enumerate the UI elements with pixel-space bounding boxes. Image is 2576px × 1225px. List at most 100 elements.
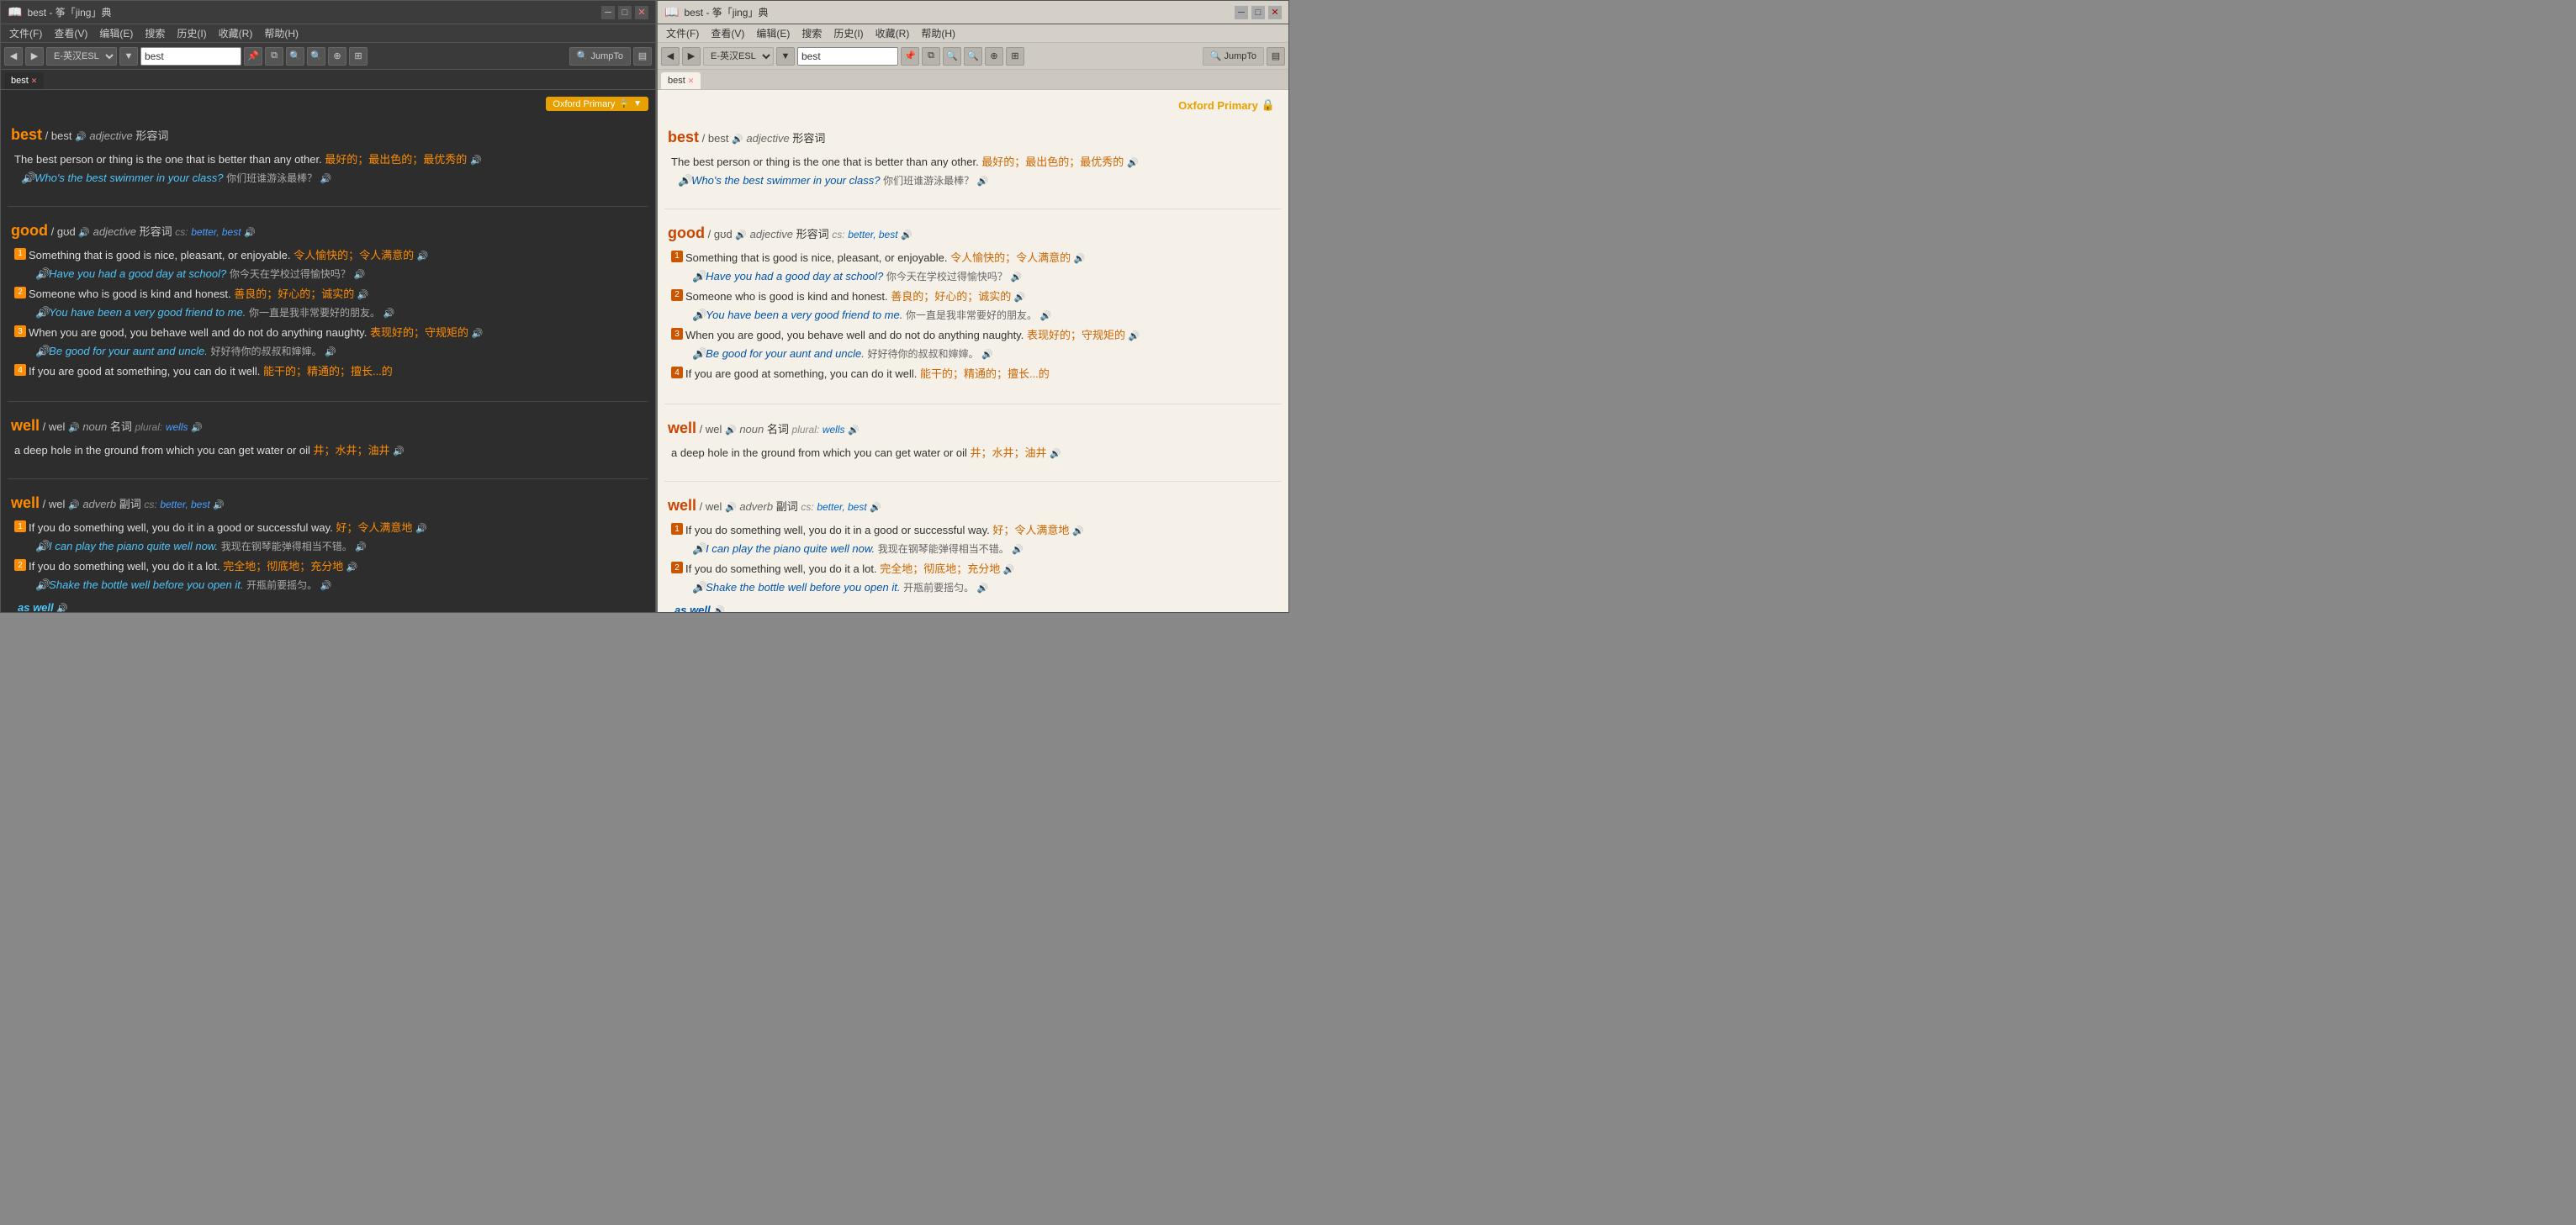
right-exaudio2-well-adv[interactable]: 🔊: [977, 583, 989, 594]
right-as-well-audio[interactable]: 🔊: [713, 606, 725, 613]
left-menu-history[interactable]: 历史(I): [172, 24, 211, 42]
left-zoom-out-button[interactable]: 🔍: [307, 47, 325, 66]
left-ex-audio-best[interactable]: 🔊: [320, 174, 332, 184]
left-menu-favorites[interactable]: 收藏(R): [214, 24, 258, 42]
left-menu-file[interactable]: 文件(F): [4, 24, 47, 42]
left-audio-well-noun[interactable]: 🔊: [68, 423, 80, 433]
left-forward-button[interactable]: ▶: [25, 47, 44, 66]
right-dropdown-button[interactable]: ▼: [776, 47, 795, 66]
right-exaudio2-good[interactable]: 🔊: [1040, 311, 1052, 321]
right-audio-good[interactable]: 🔊: [735, 230, 747, 240]
right-pin-button[interactable]: 📌: [901, 47, 919, 66]
left-pin-button[interactable]: 📌: [244, 47, 262, 66]
right-audio-best[interactable]: 🔊: [732, 135, 743, 145]
left-cs-values-good[interactable]: better, best: [191, 226, 241, 238]
left-jumpto-button[interactable]: 🔍 JumpTo: [569, 47, 631, 66]
left-exaudio2-good[interactable]: 🔊: [383, 309, 395, 319]
right-audio1-well-adv[interactable]: 🔊: [1072, 526, 1084, 536]
left-dropdown-button[interactable]: ▼: [119, 47, 138, 66]
left-cs-values-well-adv[interactable]: better, best: [160, 499, 209, 510]
left-plural-audio-well[interactable]: 🔊: [191, 423, 203, 433]
left-menu-edit[interactable]: 编辑(E): [94, 24, 138, 42]
right-tab-best[interactable]: best ✕: [661, 72, 701, 89]
right-cs-audio-good[interactable]: 🔊: [901, 230, 912, 240]
right-exaudio3-good[interactable]: 🔊: [981, 350, 993, 360]
right-minimize-button[interactable]: ─: [1235, 6, 1248, 19]
left-exaudio1-well-adv[interactable]: 🔊: [355, 542, 367, 552]
right-close-button[interactable]: ✕: [1268, 6, 1282, 19]
right-maximize-button[interactable]: □: [1251, 6, 1265, 19]
right-dict-select[interactable]: E-英汉ESL: [703, 47, 774, 66]
left-menu-help[interactable]: 帮助(H): [259, 24, 304, 42]
right-zoom-reset-button[interactable]: ⊕: [985, 47, 1003, 66]
left-exaudio2-well-adv[interactable]: 🔊: [320, 581, 332, 591]
right-content-area[interactable]: Oxford Primary 🔒 best / best 🔊 adjective…: [658, 90, 1288, 612]
left-exaudio3-good[interactable]: 🔊: [325, 347, 336, 357]
left-close-button[interactable]: ✕: [635, 6, 648, 19]
left-audio2-well-adv[interactable]: 🔊: [346, 562, 358, 573]
left-tab-best[interactable]: best ✕: [4, 72, 44, 89]
left-as-well-audio[interactable]: 🔊: [56, 604, 68, 613]
left-zoom-in-button[interactable]: 🔍: [286, 47, 304, 66]
right-zoom-out-button[interactable]: 🔍: [964, 47, 982, 66]
right-ex-audio-best[interactable]: 🔊: [977, 177, 989, 187]
right-menu-help[interactable]: 帮助(H): [916, 24, 960, 42]
right-jumpto-button[interactable]: 🔍 JumpTo: [1203, 47, 1264, 66]
right-menu-search[interactable]: 搜索: [796, 24, 827, 42]
right-audio-def-best[interactable]: 🔊: [1127, 158, 1139, 168]
right-audio-well-noun[interactable]: 🔊: [725, 425, 737, 436]
right-num3-good: 3: [671, 328, 683, 340]
right-copy-button[interactable]: ⧉: [922, 47, 940, 66]
right-menu-history[interactable]: 历史(I): [828, 24, 868, 42]
left-layout-button[interactable]: ⊞: [349, 47, 368, 66]
right-entry-good: good / gʊd 🔊 adjective 形容词 cs: better, b…: [664, 216, 1282, 390]
right-exaudio1-good[interactable]: 🔊: [1011, 272, 1023, 282]
left-cs-audio-well-adv[interactable]: 🔊: [213, 500, 225, 510]
left-audio-good[interactable]: 🔊: [78, 228, 90, 238]
left-panel-button[interactable]: ▤: [633, 47, 652, 66]
right-audio2-good[interactable]: 🔊: [1014, 293, 1026, 303]
right-panel-button[interactable]: ▤: [1267, 47, 1285, 66]
right-zoom-in-button[interactable]: 🔍: [943, 47, 961, 66]
right-tab-close[interactable]: ✕: [688, 77, 695, 86]
right-audio-def-well-noun[interactable]: 🔊: [1050, 449, 1061, 459]
right-audio-well-adv[interactable]: 🔊: [725, 503, 737, 513]
right-exaudio1-well-adv[interactable]: 🔊: [1012, 545, 1024, 555]
left-audio-def-best[interactable]: 🔊: [470, 156, 482, 166]
left-audio1-well-adv[interactable]: 🔊: [415, 524, 427, 534]
left-back-button[interactable]: ◀: [4, 47, 23, 66]
right-cs-audio-well-adv[interactable]: 🔊: [870, 503, 881, 513]
left-audio-best[interactable]: 🔊: [75, 132, 87, 142]
right-search-input[interactable]: [797, 47, 898, 66]
left-audio2-good[interactable]: 🔊: [357, 290, 369, 300]
left-audio3-good[interactable]: 🔊: [472, 329, 484, 339]
right-cs-values-well-adv[interactable]: better, best: [817, 501, 866, 513]
right-audio3-good[interactable]: 🔊: [1129, 331, 1140, 341]
right-layout-button[interactable]: ⊞: [1006, 47, 1024, 66]
right-audio1-good[interactable]: 🔊: [1074, 254, 1086, 264]
left-menu-search[interactable]: 搜索: [140, 24, 170, 42]
left-menu-view[interactable]: 查看(V): [49, 24, 93, 42]
left-content-area[interactable]: Oxford Primary 🔒 ▼ best / best 🔊 adjecti…: [1, 90, 655, 612]
right-cs-values-good[interactable]: better, best: [848, 229, 897, 240]
left-tab-close[interactable]: ✕: [31, 77, 38, 86]
left-audio-def-well-noun[interactable]: 🔊: [393, 446, 405, 457]
right-menu-favorites[interactable]: 收藏(R): [870, 24, 915, 42]
right-menu-edit[interactable]: 编辑(E): [751, 24, 795, 42]
right-forward-button[interactable]: ▶: [682, 47, 701, 66]
right-plural-audio-well[interactable]: 🔊: [848, 425, 860, 436]
right-audio2-well-adv[interactable]: 🔊: [1003, 565, 1015, 575]
right-back-button[interactable]: ◀: [661, 47, 680, 66]
left-exaudio1-good[interactable]: 🔊: [354, 270, 366, 280]
right-menu-view[interactable]: 查看(V): [706, 24, 749, 42]
left-audio1-good[interactable]: 🔊: [417, 251, 429, 261]
left-copy-button[interactable]: ⧉: [265, 47, 283, 66]
left-search-input[interactable]: [140, 47, 241, 66]
left-minimize-button[interactable]: ─: [601, 6, 615, 19]
left-zoom-reset-button[interactable]: ⊕: [328, 47, 346, 66]
left-maximize-button[interactable]: □: [618, 6, 632, 19]
left-cs-audio-good[interactable]: 🔊: [244, 228, 256, 238]
right-menu-file[interactable]: 文件(F): [661, 24, 704, 42]
left-audio-well-adv[interactable]: 🔊: [68, 500, 80, 510]
left-dict-select[interactable]: E-英汉ESL: [46, 47, 117, 66]
